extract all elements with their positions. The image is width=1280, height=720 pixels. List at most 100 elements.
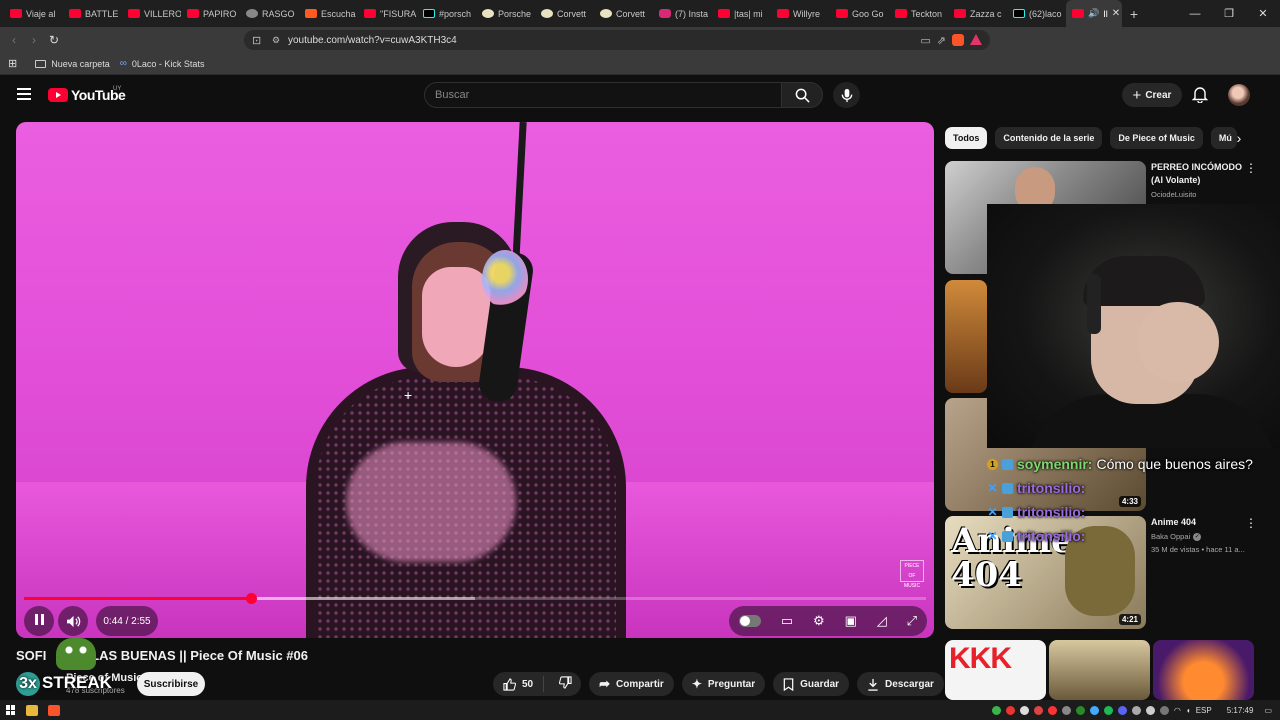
- like-button[interactable]: 50: [493, 676, 545, 692]
- browser-tab[interactable]: Corvett: [535, 0, 594, 27]
- tray-app-icon[interactable]: [1131, 705, 1141, 715]
- bookmark-kick-stats[interactable]: ∞ 0Laco - Kick Stats: [120, 58, 205, 69]
- search-button[interactable]: [781, 82, 823, 108]
- tray-app-icon[interactable]: [1075, 705, 1085, 715]
- browser-tab[interactable]: RASGO: [240, 0, 299, 27]
- tray-app-icon[interactable]: [1047, 705, 1057, 715]
- share-button[interactable]: ➦ Compartir: [589, 672, 674, 696]
- clock[interactable]: 5:17:49: [1227, 706, 1254, 715]
- browser-tab[interactable]: "FISURA: [358, 0, 417, 27]
- more-options-icon[interactable]: ⋮: [1245, 161, 1257, 175]
- notifications-button[interactable]: [1191, 86, 1209, 108]
- active-tab[interactable]: 🔊 Il ✕: [1066, 0, 1122, 27]
- wifi-icon[interactable]: ◠: [1174, 706, 1181, 715]
- bookmark-icon[interactable]: ⊡: [252, 34, 272, 47]
- video-thumbnail[interactable]: [945, 280, 987, 393]
- browser-tab[interactable]: Porsche: [476, 0, 535, 27]
- site-info-icon[interactable]: ⚙: [272, 35, 288, 46]
- recommendation-channel[interactable]: OciodeLuisito: [1151, 190, 1196, 199]
- browser-tab[interactable]: Goo Go: [830, 0, 889, 27]
- autoplay-toggle[interactable]: [738, 615, 761, 627]
- scrubber-handle[interactable]: [245, 593, 257, 604]
- tray-app-icon[interactable]: [1159, 705, 1169, 715]
- browser-tab[interactable]: (62)laco: [1007, 0, 1066, 27]
- notifications-tray-icon[interactable]: ▭: [1264, 706, 1272, 715]
- chips-next-chevron-icon[interactable]: ›: [1228, 127, 1250, 149]
- audio-icon[interactable]: 🔊: [1088, 8, 1099, 19]
- new-tab-button[interactable]: +: [1122, 6, 1146, 22]
- channel-watermark[interactable]: PIECE OF MUSIC: [900, 560, 924, 589]
- subtitles-icon[interactable]: ▭: [781, 613, 793, 629]
- theater-mode-icon[interactable]: ▣: [845, 613, 857, 629]
- save-label: Guardar: [800, 678, 840, 690]
- tray-app-icon[interactable]: [1089, 705, 1099, 715]
- recommendation-item[interactable]: [945, 280, 987, 393]
- spotify-icon[interactable]: [1103, 705, 1113, 715]
- install-icon[interactable]: ▭: [920, 34, 930, 47]
- browser-tab[interactable]: VILLERO: [122, 0, 181, 27]
- video-player[interactable]: + PIECE OF MUSIC 0:44 / 2:55 ▭ ⚙ ▣ ◿ ⤢: [16, 122, 934, 638]
- save-button[interactable]: Guardar: [773, 672, 850, 696]
- search-input[interactable]: Buscar: [424, 82, 782, 108]
- ask-button[interactable]: ✦ Preguntar: [681, 672, 766, 696]
- browser-tab[interactable]: PAPIRO: [181, 0, 240, 27]
- browser-tab[interactable]: Zazza c: [948, 0, 1007, 27]
- volume-button[interactable]: [58, 606, 88, 636]
- tray-app-icon[interactable]: [1145, 705, 1155, 715]
- browser-tab[interactable]: Corvett: [594, 0, 653, 27]
- dislike-button[interactable]: [550, 676, 581, 692]
- share-icon[interactable]: ⇗: [937, 34, 946, 47]
- short-thumbnail[interactable]: [1153, 640, 1254, 700]
- tray-app-icon[interactable]: [991, 705, 1001, 715]
- brave-rewards-icon[interactable]: [970, 33, 982, 45]
- tray-app-icon[interactable]: [1061, 705, 1071, 715]
- settings-gear-icon[interactable]: ⚙: [813, 613, 825, 629]
- account-avatar[interactable]: [1228, 84, 1250, 106]
- voice-search-button[interactable]: [833, 82, 860, 108]
- bookmark-folder[interactable]: Nueva carpeta: [35, 59, 110, 69]
- short-thumbnail[interactable]: [1049, 640, 1150, 700]
- discord-icon[interactable]: [1117, 705, 1127, 715]
- speaker-icon[interactable]: ◖: [1186, 706, 1191, 715]
- browser-tab[interactable]: |tas| mi: [712, 0, 771, 27]
- pause-button[interactable]: [24, 606, 54, 636]
- fullscreen-icon[interactable]: ⤢: [907, 613, 917, 629]
- progress-bar[interactable]: [24, 593, 926, 604]
- tray-app-icon[interactable]: [1033, 705, 1043, 715]
- browser-tab[interactable]: Willyre: [771, 0, 830, 27]
- chip-series[interactable]: Contenido de la serie: [995, 127, 1103, 149]
- forward-icon[interactable]: ›: [24, 33, 44, 47]
- browser-tab[interactable]: #porsch: [417, 0, 476, 27]
- cast-icon[interactable]: ◿: [877, 613, 887, 629]
- chip-channel[interactable]: De Piece of Music: [1110, 127, 1203, 149]
- apps-grid-icon[interactable]: ⊞: [8, 57, 17, 70]
- brave-shields-icon[interactable]: [952, 33, 964, 46]
- tray-app-icon[interactable]: [1019, 705, 1029, 715]
- youtube-icon: [895, 9, 907, 18]
- language-indicator[interactable]: ESP: [1196, 706, 1212, 715]
- create-button[interactable]: + Crear: [1122, 83, 1182, 107]
- minimize-icon[interactable]: —: [1178, 8, 1212, 20]
- recommendation-title[interactable]: PERREO INCÓMODO (Al Volante): [1151, 161, 1245, 187]
- file-explorer-icon[interactable]: [26, 704, 38, 716]
- omnibox[interactable]: ⊡ ⚙ youtube.com/watch?v=cuwA3KTH3c4 ▭ ⇗: [244, 30, 990, 50]
- chip-todos[interactable]: Todos: [945, 127, 988, 149]
- close-tab-icon[interactable]: ✕: [1112, 8, 1120, 19]
- menu-hamburger-icon[interactable]: [17, 88, 31, 100]
- windows-start-icon[interactable]: [6, 705, 16, 715]
- reload-icon[interactable]: ↻: [44, 33, 64, 47]
- back-icon[interactable]: ‹: [4, 33, 24, 47]
- brave-taskbar-icon[interactable]: [48, 704, 60, 716]
- browser-tab[interactable]: Viaje al: [4, 0, 63, 27]
- browser-tab[interactable]: Escucha: [299, 0, 358, 27]
- browser-tab[interactable]: BATTLE: [63, 0, 122, 27]
- short-thumbnail[interactable]: KKK: [945, 640, 1046, 700]
- subscribe-button[interactable]: Suscribirse: [137, 672, 205, 696]
- tray-app-icon[interactable]: [1005, 705, 1015, 715]
- browser-tab[interactable]: (7) Insta: [653, 0, 712, 27]
- download-button[interactable]: Descargar: [857, 672, 944, 696]
- restore-icon[interactable]: ❐: [1212, 7, 1246, 20]
- browser-tab[interactable]: Teckton: [889, 0, 948, 27]
- url-text[interactable]: youtube.com/watch?v=cuwA3KTH3c4: [288, 35, 920, 46]
- close-window-icon[interactable]: ✕: [1246, 7, 1280, 20]
